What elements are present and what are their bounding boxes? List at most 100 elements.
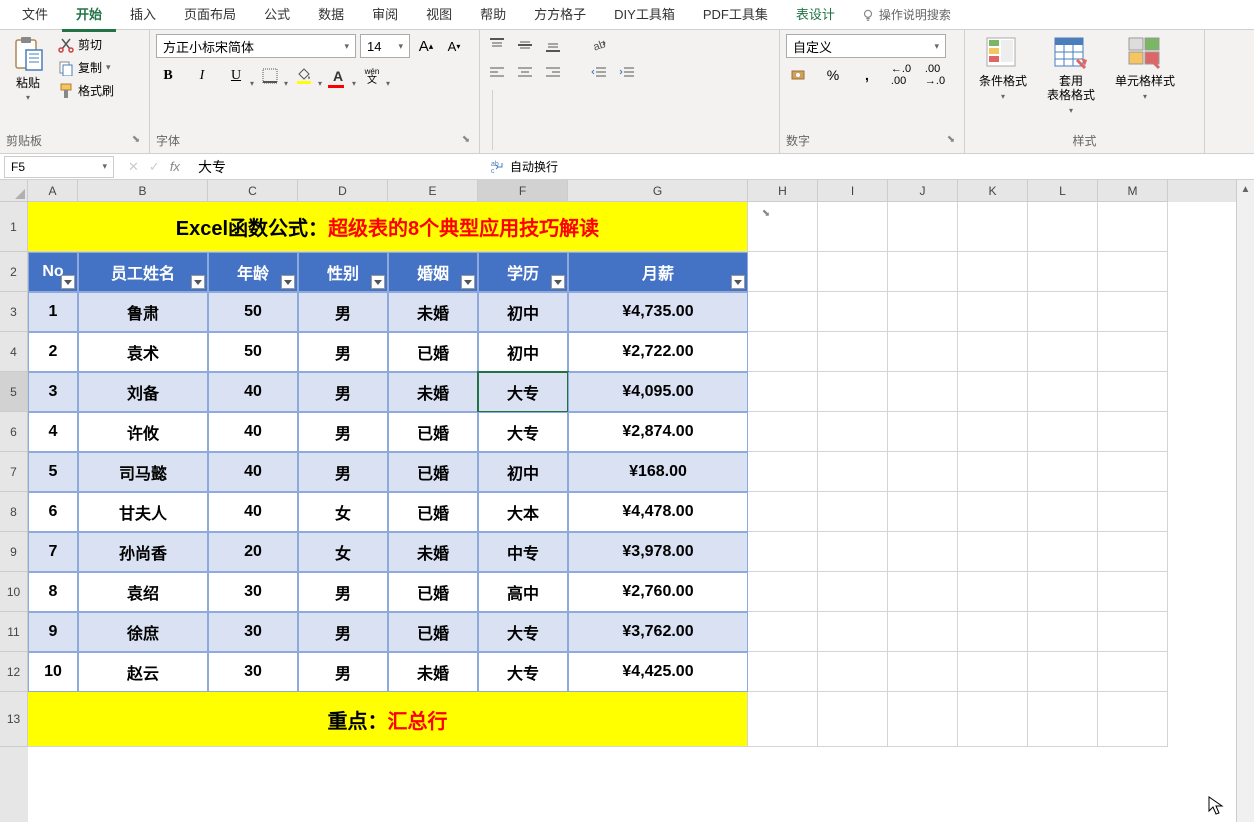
empty-cell[interactable]: [1028, 612, 1098, 652]
table-cell[interactable]: 30: [208, 612, 298, 652]
filter-icon[interactable]: [281, 275, 295, 289]
empty-cell[interactable]: [748, 372, 818, 412]
empty-cell[interactable]: [1028, 692, 1098, 747]
row-header-12[interactable]: 12: [0, 652, 28, 692]
row-header-4[interactable]: 4: [0, 332, 28, 372]
table-cell[interactable]: 初中: [478, 292, 568, 332]
table-cell[interactable]: 未婚: [388, 652, 478, 692]
row-header-2[interactable]: 2: [0, 252, 28, 292]
bold-button[interactable]: B: [156, 64, 180, 88]
table-cell[interactable]: 50: [208, 292, 298, 332]
tell-me[interactable]: 操作说明搜索: [861, 6, 951, 23]
empty-cell[interactable]: [888, 252, 958, 292]
empty-cell[interactable]: [958, 492, 1028, 532]
row-header-9[interactable]: 9: [0, 532, 28, 572]
empty-cell[interactable]: [818, 572, 888, 612]
empty-cell[interactable]: [1028, 412, 1098, 452]
table-cell[interactable]: 男: [298, 572, 388, 612]
row-header-10[interactable]: 10: [0, 572, 28, 612]
table-cell[interactable]: ¥3,978.00: [568, 532, 748, 572]
table-cell[interactable]: 大专: [478, 372, 568, 412]
table-cell[interactable]: 40: [208, 452, 298, 492]
empty-cell[interactable]: [1028, 652, 1098, 692]
table-header-3[interactable]: 性别: [298, 252, 388, 292]
comma-button[interactable]: ,: [854, 64, 880, 86]
empty-cell[interactable]: [818, 292, 888, 332]
table-cell[interactable]: ¥4,095.00: [568, 372, 748, 412]
align-right-button[interactable]: [542, 62, 564, 84]
row-header-7[interactable]: 7: [0, 452, 28, 492]
orientation-button[interactable]: ab: [588, 34, 610, 56]
table-cell[interactable]: 男: [298, 452, 388, 492]
col-header-C[interactable]: C: [208, 180, 298, 202]
increase-decimal-button[interactable]: ←.0.00: [888, 64, 914, 86]
empty-cell[interactable]: [818, 372, 888, 412]
empty-cell[interactable]: [888, 652, 958, 692]
table-cell[interactable]: 许攸: [78, 412, 208, 452]
table-cell[interactable]: 高中: [478, 572, 568, 612]
table-header-1[interactable]: 员工姓名: [78, 252, 208, 292]
empty-cell[interactable]: [1098, 612, 1168, 652]
table-cell[interactable]: 9: [28, 612, 78, 652]
empty-cell[interactable]: [818, 452, 888, 492]
font-name-select[interactable]: 方正小标宋简体▾: [156, 34, 356, 58]
empty-cell[interactable]: [748, 332, 818, 372]
table-cell[interactable]: 20: [208, 532, 298, 572]
empty-cell[interactable]: [1098, 532, 1168, 572]
decrease-indent-button[interactable]: [588, 62, 610, 84]
empty-cell[interactable]: [958, 252, 1028, 292]
empty-cell[interactable]: [1098, 652, 1168, 692]
empty-cell[interactable]: [888, 612, 958, 652]
table-header-4[interactable]: 婚姻: [388, 252, 478, 292]
empty-cell[interactable]: [748, 692, 818, 747]
align-middle-button[interactable]: [514, 34, 536, 56]
format-painter-button[interactable]: 格式刷: [54, 80, 118, 101]
empty-cell[interactable]: [818, 612, 888, 652]
fill-color-button[interactable]: [292, 64, 316, 88]
conditional-format-button[interactable]: 条件格式▾: [971, 34, 1035, 106]
row-header-5[interactable]: 5: [0, 372, 28, 412]
table-cell[interactable]: 8: [28, 572, 78, 612]
table-cell[interactable]: 男: [298, 652, 388, 692]
empty-cell[interactable]: [958, 292, 1028, 332]
empty-cell[interactable]: [748, 492, 818, 532]
filter-icon[interactable]: [371, 275, 385, 289]
table-cell[interactable]: 鲁肃: [78, 292, 208, 332]
decrease-font-button[interactable]: A▾: [442, 34, 466, 58]
col-header-F[interactable]: F: [478, 180, 568, 202]
number-format-select[interactable]: 自定义▾: [786, 34, 946, 58]
border-button[interactable]: [258, 64, 282, 88]
empty-cell[interactable]: [818, 692, 888, 747]
empty-cell[interactable]: [1098, 692, 1168, 747]
empty-cell[interactable]: [958, 532, 1028, 572]
table-cell[interactable]: ¥4,735.00: [568, 292, 748, 332]
cut-button[interactable]: 剪切: [54, 34, 118, 55]
table-cell[interactable]: 甘夫人: [78, 492, 208, 532]
empty-cell[interactable]: [888, 292, 958, 332]
empty-cell[interactable]: [748, 452, 818, 492]
table-cell[interactable]: 大专: [478, 652, 568, 692]
format-table-button[interactable]: 套用 表格格式▾: [1039, 34, 1103, 120]
table-cell[interactable]: 袁术: [78, 332, 208, 372]
empty-cell[interactable]: [1098, 332, 1168, 372]
table-header-2[interactable]: 年龄: [208, 252, 298, 292]
percent-button[interactable]: %: [820, 64, 846, 86]
tab-2[interactable]: 插入: [116, 0, 170, 32]
table-cell[interactable]: 男: [298, 612, 388, 652]
currency-button[interactable]: [786, 64, 812, 86]
filter-icon[interactable]: [191, 275, 205, 289]
paste-button[interactable]: 粘贴 ▾: [6, 34, 50, 104]
table-cell[interactable]: 40: [208, 372, 298, 412]
empty-cell[interactable]: [748, 652, 818, 692]
formula-input[interactable]: 大专: [190, 155, 1254, 179]
col-header-K[interactable]: K: [958, 180, 1028, 202]
empty-cell[interactable]: [958, 202, 1028, 252]
empty-cell[interactable]: [958, 692, 1028, 747]
dialog-launcher-icon[interactable]: ⬊: [459, 134, 473, 148]
table-cell[interactable]: 未婚: [388, 532, 478, 572]
tab-4[interactable]: 公式: [250, 0, 304, 32]
empty-cell[interactable]: [958, 652, 1028, 692]
row-header-8[interactable]: 8: [0, 492, 28, 532]
empty-cell[interactable]: [818, 412, 888, 452]
align-left-button[interactable]: [486, 62, 508, 84]
